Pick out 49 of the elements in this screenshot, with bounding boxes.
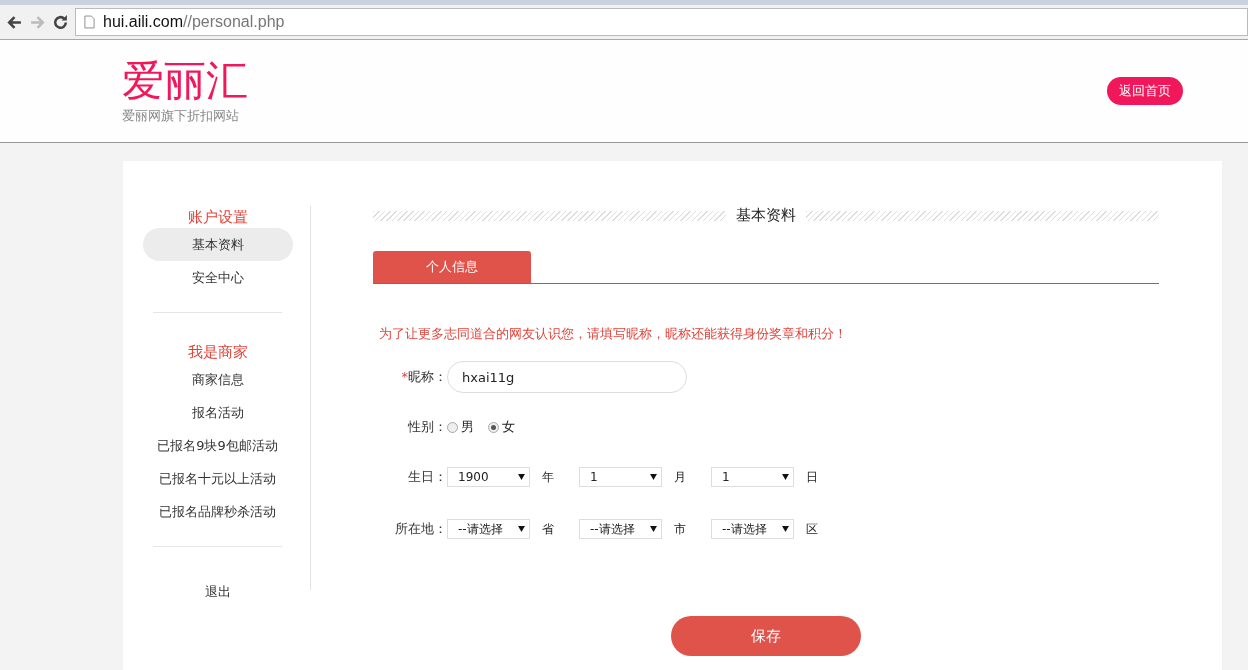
nickname-label: 昵称： [408, 369, 447, 384]
unit-label: 日 [805, 468, 819, 486]
sidebar-item[interactable]: 已报名十元以上活动 [142, 462, 293, 495]
save-button[interactable]: 保存 [671, 616, 861, 656]
tab[interactable]: 个人信息 [373, 251, 531, 283]
unit-label: 市 [673, 520, 687, 538]
sidebar-heading: 我是商家 [187, 342, 248, 363]
caret-icon [782, 474, 789, 480]
unit-label: 区 [805, 520, 819, 538]
back-arrow-icon[interactable] [6, 13, 23, 31]
caret-icon [650, 474, 657, 480]
sidebar-item[interactable]: 安全中心 [142, 261, 293, 294]
notice-text: 为了让更多志同道合的网友认识您，请填写昵称，昵称还能获得身份奖章和积分！ [379, 325, 848, 343]
radio-label: 男 [461, 418, 474, 436]
sidebar-item[interactable]: 已报名9块9包邮活动 [142, 429, 293, 462]
unit-label: 省 [541, 520, 555, 538]
gender-label: 性别： [408, 419, 447, 434]
sidebar-heading: 账户设置 [187, 207, 248, 228]
sidebar-item[interactable]: 商家信息 [142, 363, 293, 396]
sidebar-item[interactable]: 已报名品牌秒杀活动 [142, 495, 293, 528]
dropdown[interactable]: 1 [711, 467, 794, 487]
location-label: 所在地： [395, 521, 447, 536]
section-title: 基本资料 [736, 206, 796, 225]
caret-icon [782, 526, 789, 532]
required-mark: * [401, 369, 408, 384]
address-bar[interactable]: hui.aili.com//personal.php [75, 8, 1248, 36]
radio-button[interactable] [488, 421, 499, 433]
caret-icon [518, 526, 525, 532]
caret-icon [650, 526, 657, 532]
dropdown[interactable]: --请选择 [447, 519, 530, 539]
radio-label: 女 [502, 418, 515, 436]
page-icon [84, 15, 95, 29]
unit-label: 月 [673, 468, 687, 486]
dropdown[interactable]: --请选择 [711, 519, 794, 539]
sidebar-item[interactable]: 退出 [142, 575, 293, 608]
sidebar-item[interactable]: 报名活动 [142, 396, 293, 429]
unit-label: 年 [541, 468, 555, 486]
logo[interactable]: 爱丽汇 [122, 57, 248, 105]
birthday-label: 生日： [408, 469, 447, 484]
tagline: 爱丽网旗下折扣网站 [122, 107, 240, 125]
nickname-field[interactable]: hxai11g [447, 361, 687, 393]
reload-icon[interactable] [52, 13, 69, 31]
caret-icon [518, 474, 525, 480]
dropdown[interactable]: --请选择 [579, 519, 662, 539]
dropdown[interactable]: 1900 [447, 467, 530, 487]
home-button[interactable]: 返回首页 [1107, 77, 1183, 105]
sidebar-item[interactable]: 基本资料 [142, 228, 293, 261]
radio-button[interactable] [447, 421, 458, 433]
dropdown[interactable]: 1 [579, 467, 662, 487]
